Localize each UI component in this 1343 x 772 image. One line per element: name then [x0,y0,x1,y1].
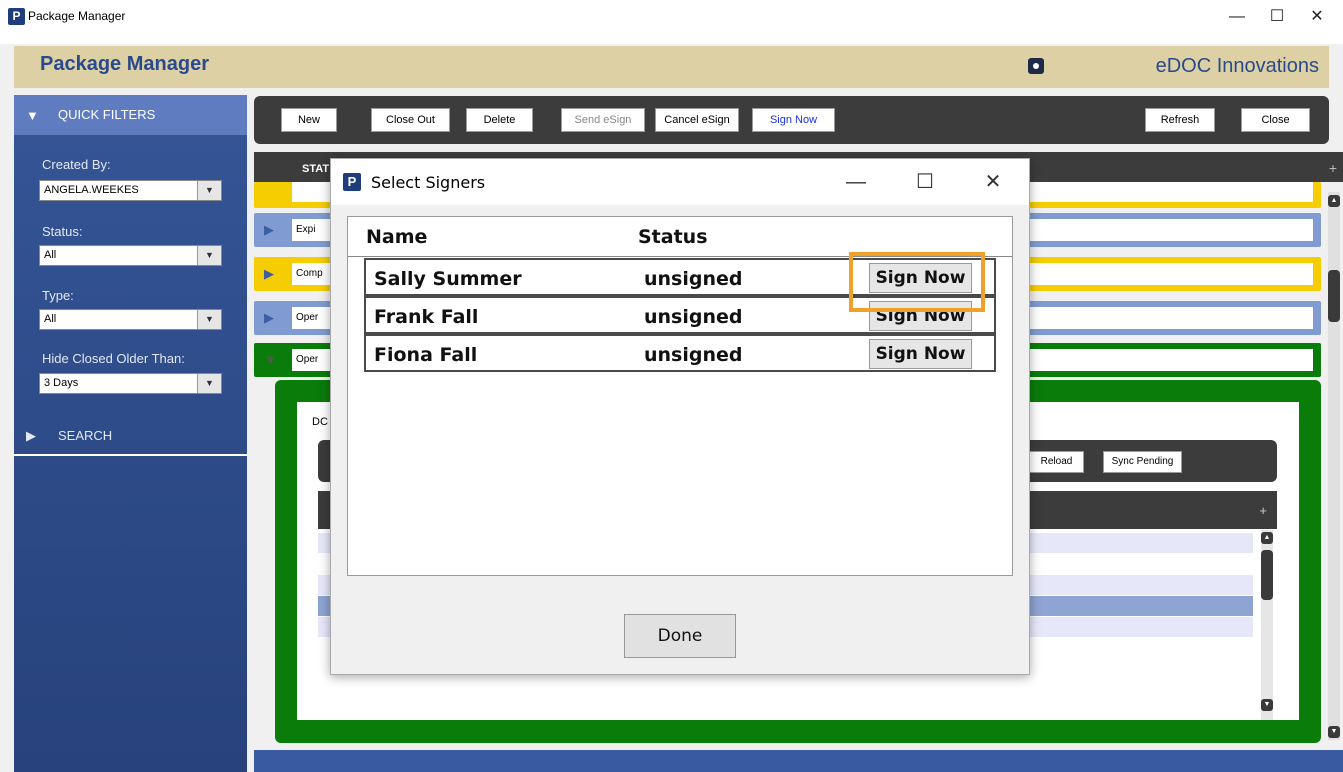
search-label: SEARCH [58,428,113,443]
hide-closed-value: 3 Days [44,377,79,389]
delete-button[interactable]: Delete [466,108,533,132]
signer-sign-now-button[interactable]: Sign Now [869,339,972,369]
main-scrollbar[interactable] [1328,192,1340,740]
signer-row: Fiona Fall unsigned Sign Now [364,334,996,372]
new-button[interactable]: New [281,108,337,132]
type-select[interactable]: All ▼ [39,309,222,330]
dialog-title: Select Signers [371,173,486,192]
app-window: P Package Manager — ☐ ✕ Package Manager … [0,0,1343,772]
brand-name: eDOC Innovations [1155,55,1319,77]
scroll-down-icon[interactable]: ▼ [1328,726,1340,738]
sign-now-button[interactable]: Sign Now [752,108,835,132]
chevron-right-icon: ▶ [26,428,36,443]
scroll-up-icon[interactable]: ▲ [1328,195,1340,207]
name-column-header: Name [366,226,428,248]
show-all-label: Show All [1170,410,1217,424]
row-status-text: Oper [296,354,319,365]
send-esign-button[interactable]: Send eSign [561,108,645,132]
status-column-header: Status [638,226,708,248]
minimize-icon[interactable]: — [839,167,873,197]
row-status-text: Oper [296,312,319,323]
quick-filters-label: QUICK FILTERS [58,107,156,122]
created-by-value: ANGELA.WEEKES [44,184,139,196]
chevron-down-icon: ▼ [26,108,39,123]
scroll-up-icon[interactable]: ▲ [1261,532,1273,544]
row-status-text: Expi [296,224,316,235]
close-button[interactable]: Close [1241,108,1310,132]
signer-name: Fiona Fall [374,344,478,366]
minimize-icon[interactable]: — [1222,4,1252,30]
type-label: Type: [42,288,74,303]
status-select[interactable]: All ▼ [39,245,222,266]
done-button[interactable]: Done [624,614,736,658]
refresh-button[interactable]: Refresh [1145,108,1215,132]
dialog-titlebar: P Select Signers — ☐ ✕ [331,159,1029,205]
row-status-text: Comp [296,268,323,279]
status-label: Status: [42,224,83,239]
expand-row-icon[interactable]: ▶ [264,222,274,238]
add-column-icon[interactable]: + [1329,160,1337,176]
window-titlebar: P Package Manager — ☐ ✕ [0,0,1343,44]
collapse-row-icon[interactable]: ▼ [264,352,277,367]
hide-closed-select[interactable]: 3 Days ▼ [39,373,222,394]
checkbox-icon[interactable] [1153,411,1166,425]
sidebar: ▼ QUICK FILTERS Created By: ANGELA.WEEKE… [14,95,247,772]
maximize-icon[interactable]: ☐ [908,167,942,197]
created-by-select[interactable]: ANGELA.WEEKES ▼ [39,180,222,201]
expand-row-icon[interactable]: ▶ [264,310,274,326]
dropdown-arrow-icon[interactable]: ▼ [197,181,221,200]
created-by-label: Created By: [42,157,111,172]
close-icon[interactable]: ✕ [1302,4,1332,30]
sync-pending-button[interactable]: Sync Pending [1103,451,1182,473]
app-header: Package Manager eDOC Innovations [14,46,1329,88]
app-logo-icon: P [343,173,361,191]
status-column-header[interactable]: STAT [302,163,329,175]
scroll-down-icon[interactable]: ▼ [1261,699,1273,711]
signer-name: Sally Summer [374,268,522,290]
signer-status: unsigned [644,268,743,290]
dropdown-arrow-icon[interactable]: ▼ [197,310,221,329]
cancel-esign-button[interactable]: Cancel eSign [655,108,739,132]
status-bar [254,750,1343,772]
close-icon[interactable]: ✕ [976,167,1010,197]
hide-closed-label: Hide Closed Older Than: [42,351,185,366]
dropdown-arrow-icon[interactable]: ▼ [197,246,221,265]
select-signers-dialog: P Select Signers — ☐ ✕ Name Status Sally… [330,158,1030,675]
app-title: Package Manager [40,53,209,75]
reload-button[interactable]: Reload [1029,451,1084,473]
quick-filters-toggle[interactable]: ▼ QUICK FILTERS [14,95,247,135]
window-title: Package Manager [28,9,126,23]
add-column-icon[interactable]: + [1259,503,1267,518]
status-value: All [44,249,57,261]
app-logo-icon: P [8,8,25,25]
show-all-checkbox[interactable]: Show All [1153,410,1217,425]
expand-row-icon[interactable]: ▶ [264,266,274,282]
signer-name: Frank Fall [374,306,479,328]
close-out-button[interactable]: Close Out [371,108,450,132]
search-toggle[interactable]: ▶ SEARCH [14,418,247,456]
documents-tab[interactable]: DC [312,416,328,428]
detail-scrollbar[interactable] [1261,530,1273,720]
signer-status: unsigned [644,306,743,328]
settings-icon[interactable] [1028,58,1044,74]
type-value: All [44,313,57,325]
main-toolbar: New Close Out Delete Send eSign Cancel e… [254,96,1329,144]
maximize-icon[interactable]: ☐ [1262,4,1292,30]
signer-status: unsigned [644,344,743,366]
highlight-box [849,252,985,312]
dropdown-arrow-icon[interactable]: ▼ [197,374,221,393]
scroll-thumb[interactable] [1261,550,1273,600]
scroll-thumb[interactable] [1328,270,1340,322]
